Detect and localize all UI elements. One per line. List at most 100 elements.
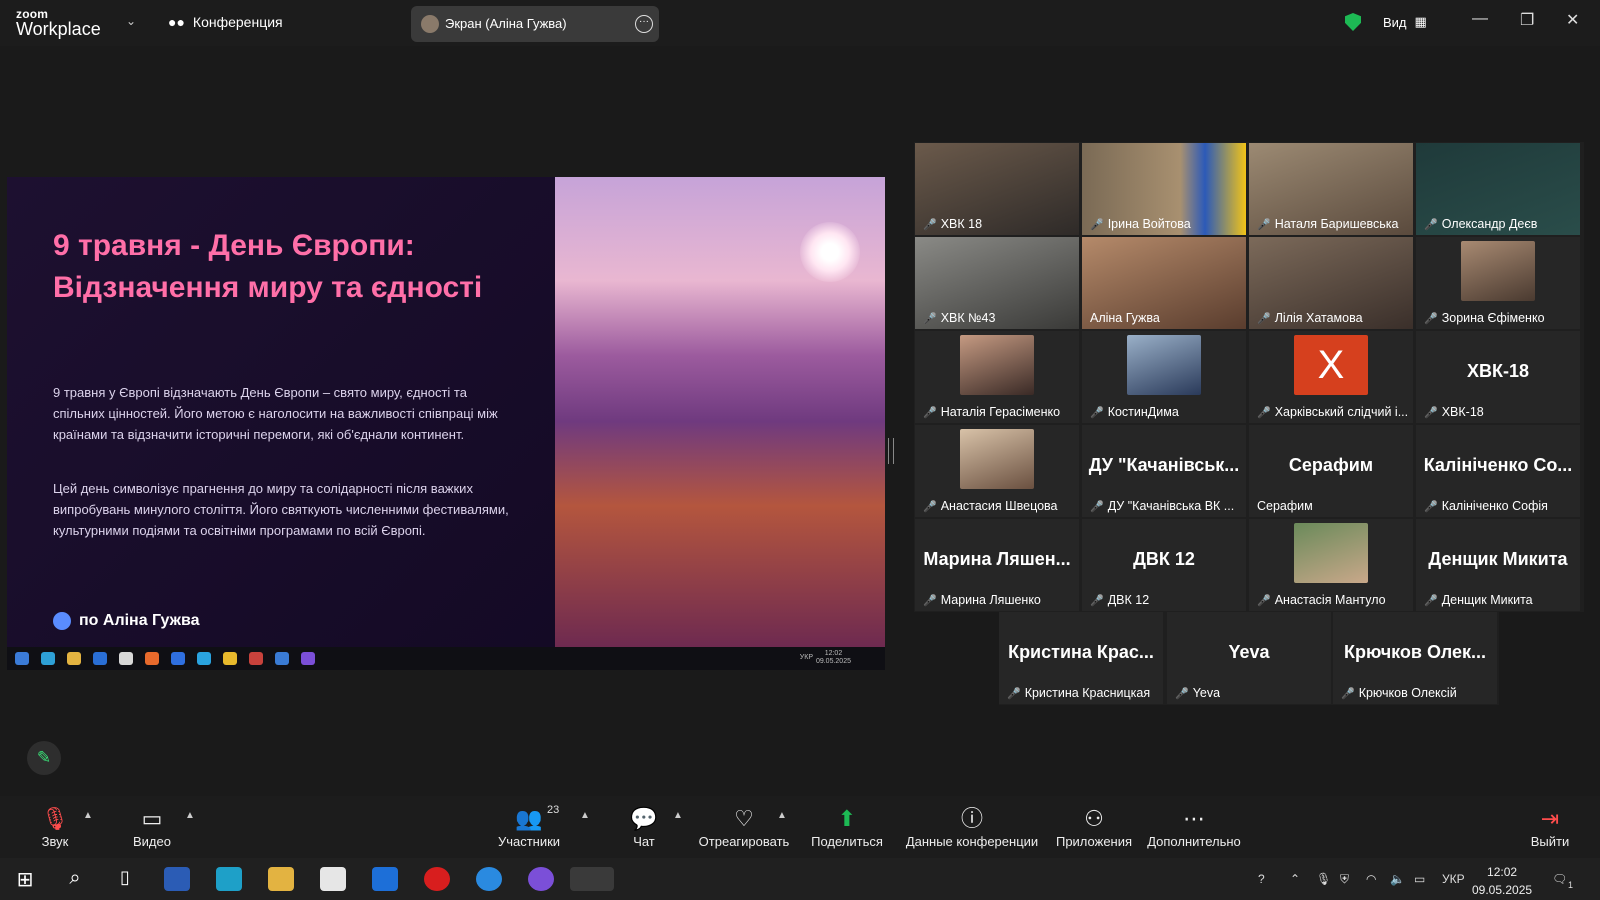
chat-label: Чат — [633, 834, 655, 849]
participant-tile[interactable]: 🎤 ХВК 18 — [915, 143, 1079, 235]
system-clock[interactable]: 12:02 09.05.2025 — [1472, 863, 1532, 899]
participant-tile[interactable]: 🎤 ХВК №43 — [915, 237, 1079, 329]
audio-options-caret[interactable]: ▲ — [83, 810, 93, 821]
participant-name-text: ХВК №43 — [940, 311, 996, 325]
meeting-menu[interactable]: ●● Конференция — [168, 14, 283, 30]
outlook-icon[interactable] — [372, 867, 398, 891]
participant-tile[interactable]: Крючков Олек... 🎤 Крючков Олексій — [1333, 612, 1497, 704]
video-button[interactable]: ▭ Видео — [128, 806, 176, 849]
more-icon: ⋯ — [1183, 806, 1205, 831]
shared-lang: УКР — [799, 654, 813, 661]
react-options-caret[interactable]: ▲ — [777, 810, 787, 821]
edge-icon[interactable] — [216, 867, 242, 891]
zoom-taskbar-icon[interactable] — [570, 867, 614, 891]
save-app-icon[interactable] — [164, 867, 190, 891]
participant-name: 🎤 Крючков Олексій — [1341, 686, 1457, 700]
more-button[interactable]: ⋯ Дополнительно — [1146, 806, 1242, 849]
participant-name-text: КостинДима — [1107, 405, 1179, 419]
participant-name: 🎤 Лілія Хатамова — [1257, 311, 1363, 325]
battery-icon[interactable]: ▭ — [1414, 872, 1425, 886]
participant-name: 🎤 Анастасія Мантуло — [1257, 593, 1386, 607]
participant-tile[interactable]: Денщик Микита 🎤 Денщик Микита — [1416, 519, 1580, 611]
microphone-tray-icon[interactable]: 🎙 — [1316, 872, 1331, 886]
participant-tile[interactable]: 🎤 КостинДима — [1082, 331, 1246, 423]
participant-name-text: ДУ "Качанівська ВК ... — [1107, 499, 1235, 513]
participant-name-text: ХВК 18 — [940, 217, 983, 231]
chat-button[interactable]: 💬 Чат — [628, 806, 660, 849]
share-button[interactable]: ⬆ Поделиться — [810, 806, 884, 849]
teamviewer-icon[interactable] — [476, 867, 502, 891]
participant-tile[interactable]: 🎤 Анастасія Мантуло — [1249, 519, 1413, 611]
participant-tile[interactable]: 🎤 Ірина Войтова — [1082, 143, 1246, 235]
more-options-icon[interactable]: ··· — [635, 15, 653, 33]
splitter-handle[interactable] — [888, 438, 894, 464]
language-indicator[interactable]: УКР — [1442, 872, 1465, 886]
participant-tile[interactable]: 🎤 Наталія Герасіменко — [915, 331, 1079, 423]
help-icon[interactable]: ? — [1258, 872, 1265, 886]
video-camera-icon: ▭ — [141, 806, 163, 831]
chevron-down-icon[interactable]: ⌄ — [126, 14, 136, 28]
participant-tile[interactable]: 🎤 Анастасия Швецова — [915, 425, 1079, 517]
notifications-icon[interactable]: 🗨 — [1552, 872, 1567, 886]
file-explorer-icon[interactable] — [268, 867, 294, 891]
participant-tile[interactable]: ХВК-18 🎤 ХВК-18 — [1416, 331, 1580, 423]
audio-button[interactable]: 🎙 Звук — [34, 806, 76, 849]
participant-tile[interactable]: ДВК 12 🎤 ДВК 12 — [1082, 519, 1246, 611]
participant-name: Аліна Гужва — [1090, 311, 1160, 325]
participant-tile[interactable]: Марина Ляшен... 🎤 Марина Ляшенко — [915, 519, 1079, 611]
participants-options-caret[interactable]: ▲ — [580, 810, 590, 821]
meeting-info-button[interactable]: ⓘ Данные конференции — [905, 806, 1039, 849]
mic-muted-icon: 🎤 — [1090, 406, 1104, 419]
task-view-icon[interactable]: ▯ — [112, 867, 138, 891]
wifi-icon[interactable]: ◠ — [1366, 872, 1376, 886]
audio-label: Звук — [41, 834, 69, 849]
outlook-icon — [93, 652, 107, 665]
participant-tile[interactable]: Калініченко Со... 🎤 Калініченко Софія — [1416, 425, 1580, 517]
participant-tile[interactable]: ДУ "Качанівськ... 🎤 ДУ "Качанівська ВК ..… — [1082, 425, 1246, 517]
security-tray-icon[interactable]: ⛨ — [1340, 872, 1349, 887]
screen-share-indicator[interactable]: Экран (Аліна Гужва) ··· — [411, 6, 659, 42]
windows-taskbar: ⊞ ⌕ ▯ ? ⌃ 🎙 ⛨ ◠ 🔈 ▭ УКР 12:02 09.05.2025… — [0, 858, 1600, 900]
restore-icon[interactable]: ❐ — [1520, 10, 1534, 30]
minimize-icon[interactable]: — — [1472, 10, 1488, 28]
participant-display-name: ДУ "Качанівськ... — [1088, 455, 1240, 475]
chat-options-caret[interactable]: ▲ — [673, 810, 683, 821]
slide-byline: по Аліна Гужва — [53, 612, 199, 630]
store-icon — [119, 652, 133, 665]
apps-label: Приложения — [1055, 834, 1133, 849]
participant-name: 🎤 Наталія Герасіменко — [923, 405, 1060, 419]
leave-button[interactable]: ⇥ Выйти — [1530, 806, 1570, 849]
viber-icon[interactable] — [528, 867, 554, 891]
participant-tile[interactable]: 🎤 Зорина Єфіменко — [1416, 237, 1580, 329]
chat-icon: 💬 — [630, 806, 658, 831]
shield-icon[interactable] — [1345, 13, 1361, 31]
view-button[interactable]: Вид ▦ — [1383, 14, 1427, 30]
author-avatar — [53, 612, 71, 630]
apps-button[interactable]: ⚇ Приложения — [1055, 806, 1133, 849]
search-icon[interactable]: ⌕ — [62, 867, 88, 891]
participant-tile[interactable]: 🎤 Олександр Деєв — [1416, 143, 1580, 235]
participant-tile[interactable]: Yeva 🎤 Yeva — [1167, 612, 1331, 704]
screen-share-label: Экран (Аліна Гужва) — [445, 16, 567, 31]
volume-icon[interactable]: 🔈 — [1390, 872, 1405, 886]
mic-muted-icon: 🎤 — [1090, 500, 1104, 513]
participant-tile[interactable]: Серафим Серафим — [1249, 425, 1413, 517]
close-icon[interactable]: ✕ — [1566, 10, 1579, 30]
zoom-logo: zoom Workplace — [16, 8, 101, 38]
participant-tile[interactable]: 🎤 Лілія Хатамова — [1249, 237, 1413, 329]
store-icon[interactable] — [320, 867, 346, 891]
participant-tile-active-speaker[interactable]: Аліна Гужва — [1082, 237, 1246, 329]
mic-muted-icon: 🎤 — [1257, 406, 1271, 419]
react-label: Отреагировать — [698, 834, 790, 849]
participant-tile[interactable]: 🎤 Наталя Баришевська — [1249, 143, 1413, 235]
chevron-up-icon[interactable]: ⌃ — [1290, 872, 1300, 886]
video-options-caret[interactable]: ▲ — [185, 810, 195, 821]
participant-tile[interactable]: X 🎤 Харківський слідчий і... — [1249, 331, 1413, 423]
shared-time: 12:02 — [824, 650, 843, 657]
participant-tile[interactable]: Кристина Крас... 🎤 Кристина Красницкая — [999, 612, 1163, 704]
participant-name-text: Наталія Герасіменко — [940, 405, 1061, 419]
windows-start-icon[interactable]: ⊞ — [12, 867, 38, 891]
opera-icon[interactable] — [424, 867, 450, 891]
participant-name-text: Анастасия Швецова — [940, 499, 1058, 513]
annotate-pencil-button[interactable]: ✎ — [27, 741, 61, 775]
